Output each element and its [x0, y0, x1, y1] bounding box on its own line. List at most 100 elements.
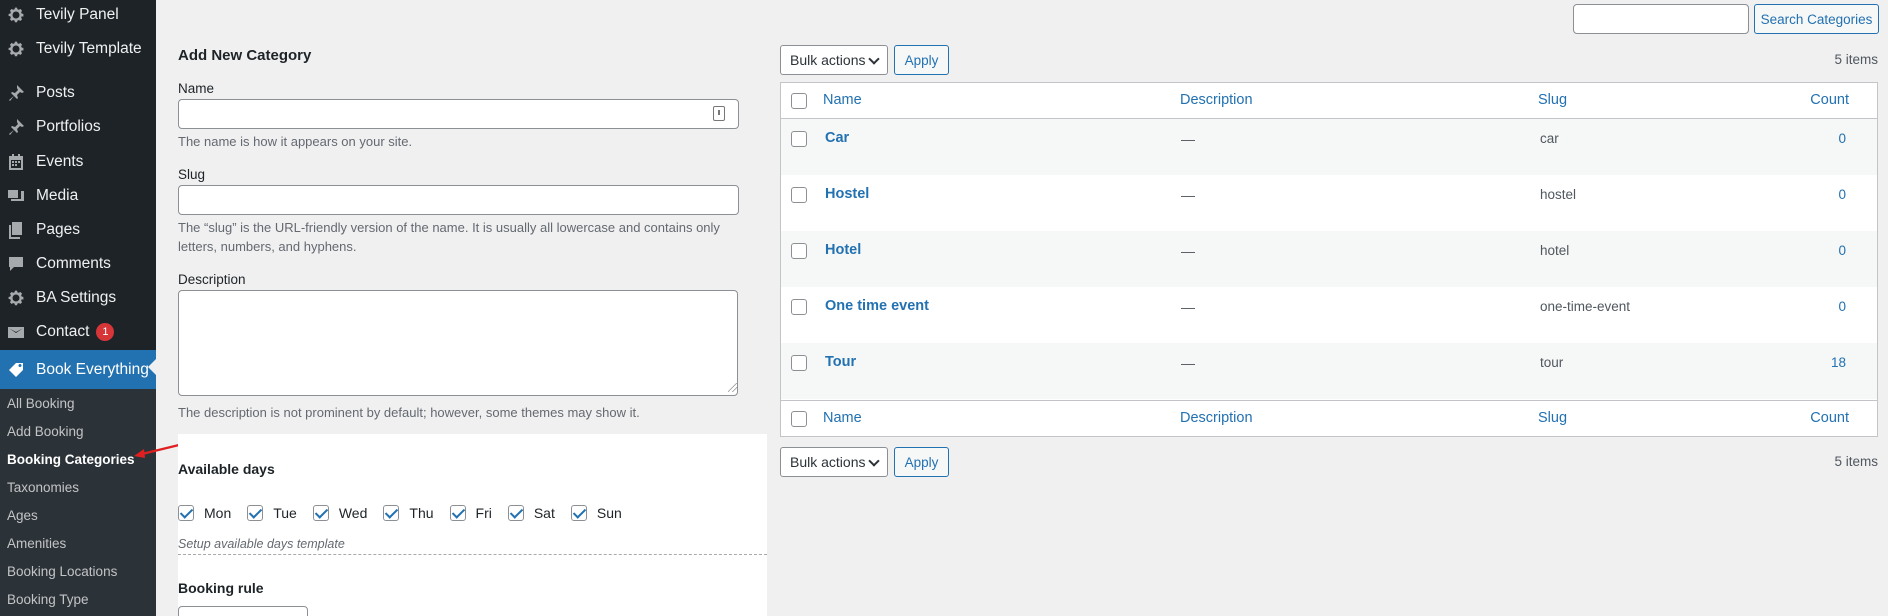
day-checkbox[interactable]: [507, 505, 524, 521]
comment-icon: [4, 252, 28, 276]
select-all-checkbox-footer[interactable]: [791, 411, 807, 427]
category-count-link[interactable]: 0: [1838, 243, 1846, 258]
slug-field[interactable]: [178, 185, 739, 215]
day-checkbox[interactable]: [178, 505, 194, 521]
menu-contact[interactable]: Contact 1: [0, 315, 156, 349]
submenu-ages[interactable]: Ages: [7, 508, 38, 523]
gear-icon: [4, 3, 28, 27]
column-slug[interactable]: Slug: [1538, 92, 1567, 108]
column-name-footer[interactable]: Name: [823, 410, 862, 426]
autofill-key-icon[interactable]: [713, 106, 725, 121]
table-footer: Name Description Slug Count: [781, 400, 1877, 436]
menu-tevily-template[interactable]: Tevily Template: [0, 32, 156, 66]
row-checkbox[interactable]: [791, 131, 807, 147]
days-template-note: Setup available days template: [178, 537, 345, 551]
bulk-actions-select-bottom[interactable]: Bulk actions: [780, 447, 888, 477]
select-all-checkbox[interactable]: [791, 93, 807, 109]
menu-pages[interactable]: Pages: [0, 213, 156, 247]
gear-icon: [4, 286, 28, 310]
bulk-actions-select-top[interactable]: Bulk actions: [780, 45, 888, 75]
category-count-link[interactable]: 18: [1831, 355, 1846, 370]
search-input[interactable]: [1573, 4, 1749, 34]
category-name-link[interactable]: Hostel: [825, 186, 869, 202]
menu-label: Comments: [36, 255, 111, 272]
day-checkbox[interactable]: [570, 505, 587, 521]
category-slug: hostel: [1540, 187, 1577, 202]
table-row: Car — car 0: [781, 119, 1877, 175]
slug-help: The “slug” is the URL-friendly version o…: [178, 220, 720, 254]
day-checkbox[interactable]: [449, 505, 466, 521]
book-everything-submenu: All Booking Add Booking Booking Categori…: [0, 389, 156, 616]
name-label: Name: [178, 81, 215, 96]
submenu-booking-categories[interactable]: Booking Categories: [7, 452, 135, 467]
category-description: —: [1181, 243, 1195, 259]
menu-label: Media: [36, 187, 79, 204]
categories-table: Name Description Slug Count Car — car 0 …: [780, 82, 1878, 437]
category-slug: one-time-event: [1540, 299, 1631, 314]
submenu-booking-locations[interactable]: Booking Locations: [7, 564, 117, 579]
description-field[interactable]: [178, 290, 738, 396]
menu-posts[interactable]: Posts: [0, 76, 156, 110]
category-name-link[interactable]: Tour: [825, 354, 856, 370]
row-checkbox[interactable]: [791, 187, 807, 203]
submenu-amenities[interactable]: Amenities: [7, 536, 66, 551]
row-checkbox[interactable]: [791, 355, 807, 371]
menu-portfolios[interactable]: Portfolios: [0, 110, 156, 144]
menu-book-everything[interactable]: Book Everything: [0, 350, 156, 389]
day-sun[interactable]: Sun: [570, 505, 622, 521]
column-count[interactable]: Count: [1810, 92, 1849, 108]
category-count-link[interactable]: 0: [1838, 187, 1846, 202]
submenu-booking-type[interactable]: Booking Type: [7, 592, 89, 607]
column-description-footer[interactable]: Description: [1180, 410, 1253, 426]
mail-icon: [4, 320, 28, 344]
menu-events[interactable]: Events: [0, 145, 156, 179]
apply-button-top[interactable]: Apply: [894, 45, 949, 75]
day-checkbox[interactable]: [247, 505, 264, 521]
category-name-link[interactable]: Car: [825, 130, 849, 146]
resize-handle[interactable]: [728, 383, 737, 392]
day-sat[interactable]: Sat: [507, 505, 555, 521]
category-name-link[interactable]: One time event: [825, 298, 929, 314]
menu-label: Events: [36, 153, 84, 170]
day-fri[interactable]: Fri: [449, 505, 492, 521]
menu-comments[interactable]: Comments: [0, 247, 156, 281]
form-title: Add New Category: [178, 47, 312, 64]
name-field[interactable]: [178, 99, 739, 129]
tag-icon: [4, 358, 28, 382]
day-mon[interactable]: Mon: [178, 505, 231, 521]
day-tue[interactable]: Tue: [247, 505, 297, 521]
available-days-title: Available days: [178, 461, 275, 477]
category-count-link[interactable]: 0: [1838, 299, 1846, 314]
menu-label: Posts: [36, 84, 75, 101]
category-slug: tour: [1540, 355, 1564, 370]
row-checkbox[interactable]: [791, 299, 807, 315]
day-wed[interactable]: Wed: [312, 505, 367, 521]
day-checkbox[interactable]: [383, 505, 400, 521]
bulk-actions-label: Bulk actions: [790, 52, 866, 68]
menu-media[interactable]: Media: [0, 179, 156, 213]
bulk-actions-label: Bulk actions: [790, 454, 866, 470]
menu-tevily-panel[interactable]: Tevily Panel: [0, 0, 156, 32]
calendar-icon: [4, 150, 28, 174]
apply-button-bottom[interactable]: Apply: [894, 447, 949, 477]
column-description[interactable]: Description: [1180, 92, 1253, 108]
column-name[interactable]: Name: [823, 92, 862, 108]
column-count-footer[interactable]: Count: [1810, 410, 1849, 426]
column-slug-footer[interactable]: Slug: [1538, 410, 1567, 426]
row-checkbox[interactable]: [791, 243, 807, 259]
table-header: Name Description Slug Count: [781, 83, 1877, 119]
items-count-top: 5 items: [1834, 52, 1878, 67]
booking-rule-select[interactable]: [178, 606, 308, 616]
search-categories-button[interactable]: Search Categories: [1754, 4, 1879, 34]
table-row: Tour — tour 18: [781, 343, 1877, 399]
category-count-link[interactable]: 0: [1838, 131, 1846, 146]
day-checkbox[interactable]: [312, 505, 329, 521]
submenu-add-booking[interactable]: Add Booking: [7, 424, 84, 439]
menu-ba-settings[interactable]: BA Settings: [0, 281, 156, 315]
submenu-taxonomies[interactable]: Taxonomies: [7, 480, 79, 495]
day-thu[interactable]: Thu: [383, 505, 434, 521]
menu-label: Portfolios: [36, 118, 101, 135]
chevron-down-icon: [868, 455, 880, 467]
submenu-all-booking[interactable]: All Booking: [7, 396, 75, 411]
category-name-link[interactable]: Hotel: [825, 242, 861, 258]
